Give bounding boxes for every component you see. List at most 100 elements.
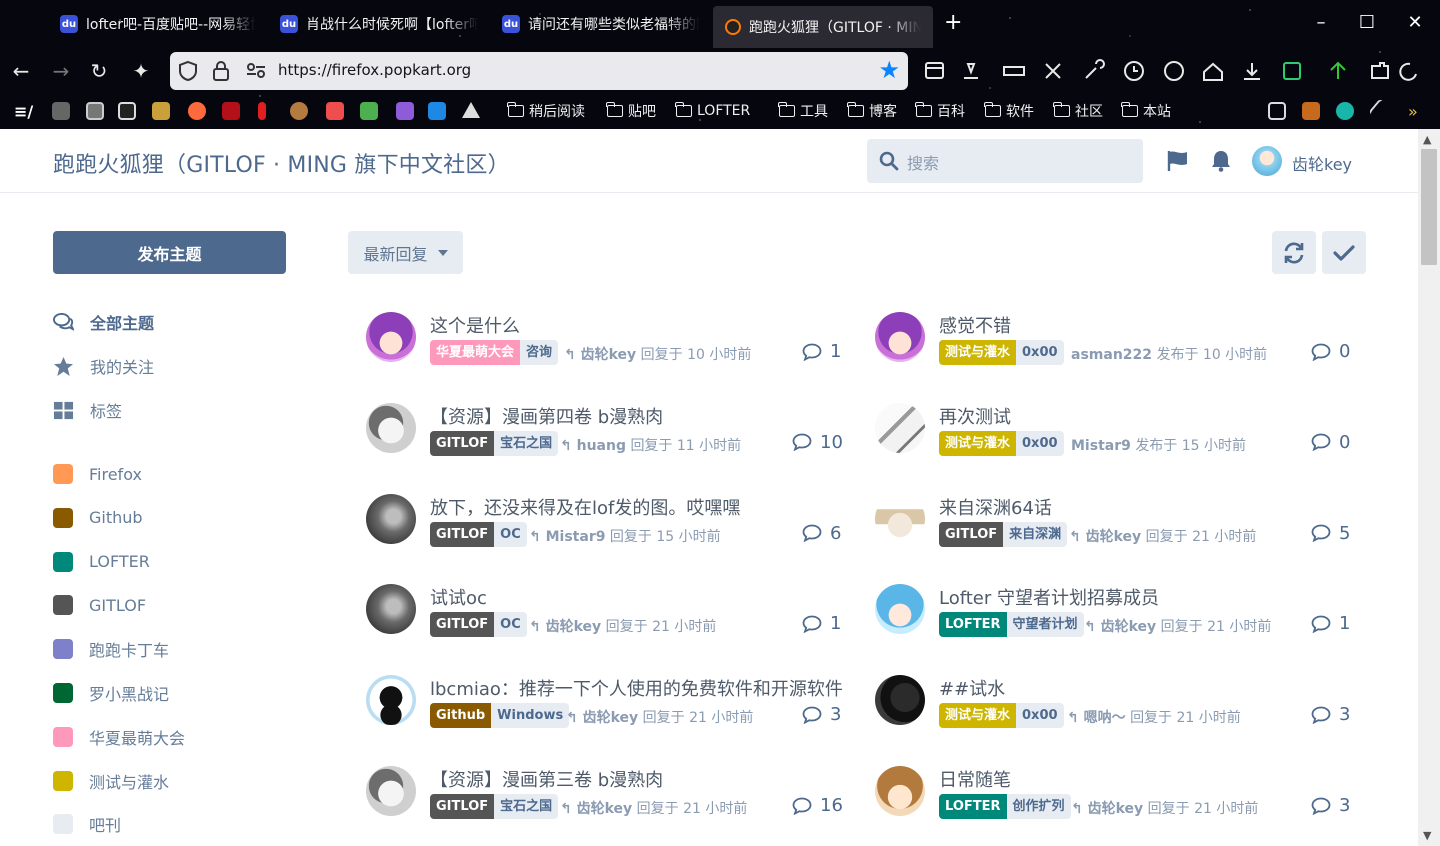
overflow-icon[interactable]: » (1408, 102, 1426, 121)
site-title[interactable]: 跑跑火狐狸（GITLOF · MING 旗下中文社区） (53, 147, 510, 179)
discussion-item[interactable]: lbcmiao：推荐一下个人使用的免费软件和开源软件 Github Windows ↰… (366, 675, 846, 745)
secondary-tag[interactable]: 0x00 (1016, 430, 1064, 456)
mark-all-read-button[interactable] (1322, 231, 1366, 274)
sidebar-tag[interactable]: Github (53, 505, 143, 531)
author-avatar[interactable] (366, 766, 416, 816)
discussion-item[interactable]: 这个是什么 华夏最萌大会 咨询 ↰ 齿轮key 回复于 10 小时前 1 (366, 312, 846, 382)
bookmark-icon[interactable] (118, 102, 136, 120)
browser-tab-active[interactable]: 跑跑火狐狸（GITLOF · MIN (713, 6, 933, 48)
start-discussion-button[interactable]: 发布主题 (53, 231, 286, 274)
author-name[interactable]: 齿轮key (577, 801, 633, 817)
author-avatar[interactable] (366, 675, 416, 726)
url-bar[interactable]: https://firefox.popkart.org ★ (170, 52, 908, 90)
cube-icon[interactable] (396, 102, 414, 120)
flag-icon[interactable] (1166, 149, 1190, 173)
scrollbar[interactable]: ▲ ▼ (1418, 129, 1440, 846)
secondary-tag[interactable]: Windows (491, 703, 570, 729)
secondary-tag[interactable]: 0x00 (1016, 703, 1064, 729)
eraser-icon[interactable] (326, 102, 344, 120)
nav-all-discussions[interactable]: 全部主题 (53, 309, 154, 335)
bookmark-folder[interactable]: LOFTER (675, 100, 750, 122)
nav-following[interactable]: 我的关注 (53, 353, 154, 379)
author-name[interactable]: 齿轮key (583, 710, 639, 726)
mountain-icon[interactable] (462, 102, 480, 118)
scroll-up-icon[interactable]: ▲ (1423, 133, 1431, 146)
new-tab-button[interactable]: + (944, 12, 962, 34)
maximize-button[interactable]: ☐ (1352, 12, 1382, 34)
author-name[interactable]: huang (577, 438, 626, 454)
browser-tab[interactable]: du 肖战什么时候死啊【lofter吧 (268, 4, 490, 44)
user-avatar[interactable] (1252, 146, 1282, 176)
user-name[interactable]: 齿轮key (1292, 151, 1352, 175)
secondary-tag[interactable]: 守望者计划 (1006, 612, 1084, 638)
author-avatar[interactable] (875, 766, 925, 816)
discussion-title[interactable]: 【资源】漫画第三卷 b漫熟肉 (430, 766, 663, 792)
secondary-tag[interactable]: OC (494, 612, 527, 638)
primary-tag[interactable]: GITLOF (430, 794, 495, 819)
secondary-tag[interactable]: 创作扩列 (1006, 794, 1071, 819)
primary-tag[interactable]: 测试与灌水 (939, 430, 1017, 456)
author-name[interactable]: 齿轮key (546, 619, 602, 635)
discussion-title[interactable]: 来自深渊64话 (939, 494, 1052, 520)
discussion-title[interactable]: 这个是什么 (430, 312, 520, 338)
reload-icon[interactable]: ↻ (84, 56, 114, 86)
bookmark-star-icon[interactable]: ★ (878, 56, 900, 84)
primary-tag[interactable]: GITLOF (939, 521, 1004, 547)
bookmark-icon[interactable] (86, 102, 104, 120)
bookmark-folder[interactable]: 工具 (778, 100, 828, 122)
sidebar-tag[interactable]: 吧刊 (53, 811, 121, 837)
bookmark-folder[interactable]: 百科 (915, 100, 965, 122)
secondary-tag[interactable]: 来自深渊 (1003, 521, 1068, 547)
primary-tag[interactable]: LOFTER (939, 612, 1007, 638)
author-name[interactable]: 齿轮key (1101, 619, 1157, 635)
secondary-tag[interactable]: 咨询 (520, 340, 559, 365)
discussion-item[interactable]: ##试水 测试与灌水 0x00 ↰ 嗯呐～ 回复于 21 小时前 3 (875, 675, 1355, 745)
primary-tag[interactable]: 测试与灌水 (939, 340, 1017, 365)
bookmark-icon[interactable] (188, 102, 206, 120)
pen-icon[interactable] (1368, 98, 1394, 124)
discussion-title[interactable]: lbcmiao：推荐一下个人使用的免费软件和开源软件 (430, 675, 843, 701)
cookie-icon[interactable] (290, 102, 308, 120)
bookmark-icon[interactable] (1336, 102, 1354, 120)
discussion-item[interactable]: 放下，还没来得及在lof发的图。哎嘿嘿 GITLOF OC ↰ Mistar9 回复于… (366, 493, 846, 564)
primary-tag[interactable]: Github (430, 703, 492, 729)
discussion-title[interactable]: 试试oc (430, 584, 487, 610)
author-avatar[interactable] (366, 312, 416, 362)
nav-tags[interactable]: 标签 (53, 397, 122, 423)
author-avatar[interactable] (366, 402, 416, 453)
sidebar-tag[interactable]: 罗小黑战记 (53, 680, 169, 706)
discussion-item[interactable]: 试试oc GITLOF OC ↰ 齿轮key 回复于 21 小时前 1 (366, 584, 846, 654)
sidebar-tag[interactable]: LOFTER (53, 549, 150, 575)
author-avatar[interactable] (366, 493, 416, 544)
back-icon[interactable]: ← (6, 56, 36, 86)
author-name[interactable]: 齿轮key (1086, 529, 1142, 545)
clipboard-icon[interactable] (1268, 102, 1286, 120)
search-input[interactable]: 搜索 (867, 139, 1143, 183)
bookmark-icon[interactable] (258, 102, 266, 120)
author-name[interactable]: asman222 (1071, 347, 1152, 363)
author-avatar[interactable] (366, 584, 416, 635)
lock-icon[interactable] (212, 60, 230, 87)
forward-icon[interactable]: → (46, 56, 76, 86)
discussion-title[interactable]: 感觉不错 (939, 312, 1011, 338)
discussion-item[interactable]: 日常随笔 LOFTER 创作扩列 ↰ 齿轮key 回复于 21 小时前 3 (875, 766, 1355, 836)
bookmark-icon[interactable] (360, 102, 378, 120)
discussion-item[interactable]: 感觉不错 测试与灌水 0x00 asman222 发布于 10 小时前 0 (875, 312, 1355, 382)
browser-tab[interactable]: du lofter吧-百度贴吧--网易轻博 (48, 4, 268, 44)
scrollbar-thumb[interactable] (1421, 149, 1437, 265)
sidebar-tag[interactable]: 华夏最萌大会 (53, 724, 185, 750)
bell-icon[interactable] (1209, 149, 1233, 173)
ublock-icon[interactable] (222, 102, 240, 120)
bookmark-folder[interactable]: 本站 (1121, 100, 1171, 122)
discussion-item[interactable]: 【资源】漫画第三卷 b漫熟肉 GITLOF 宝石之国 ↰ 齿轮key 回复于 21 小… (366, 766, 846, 836)
discussion-title[interactable]: ##试水 (939, 675, 1005, 701)
bookmark-icon[interactable] (1302, 102, 1320, 120)
discussion-item[interactable]: 来自深渊64话 GITLOF 来自深渊 ↰ 齿轮key 回复于 21 小时前 5 (875, 493, 1355, 564)
url-text[interactable]: https://firefox.popkart.org (278, 61, 471, 79)
primary-tag[interactable]: GITLOF (430, 521, 495, 547)
sidebar-tag[interactable]: Firefox (53, 461, 142, 487)
discussion-item[interactable]: 【资源】漫画第四卷 b漫熟肉 GITLOF 宝石之国 ↰ huang 回复于 11 小… (366, 402, 846, 473)
bookmark-folder[interactable]: 软件 (984, 100, 1034, 122)
close-window-button[interactable]: ✕ (1400, 12, 1430, 34)
sidebar-tag[interactable]: 测试与灌水 (53, 768, 169, 794)
